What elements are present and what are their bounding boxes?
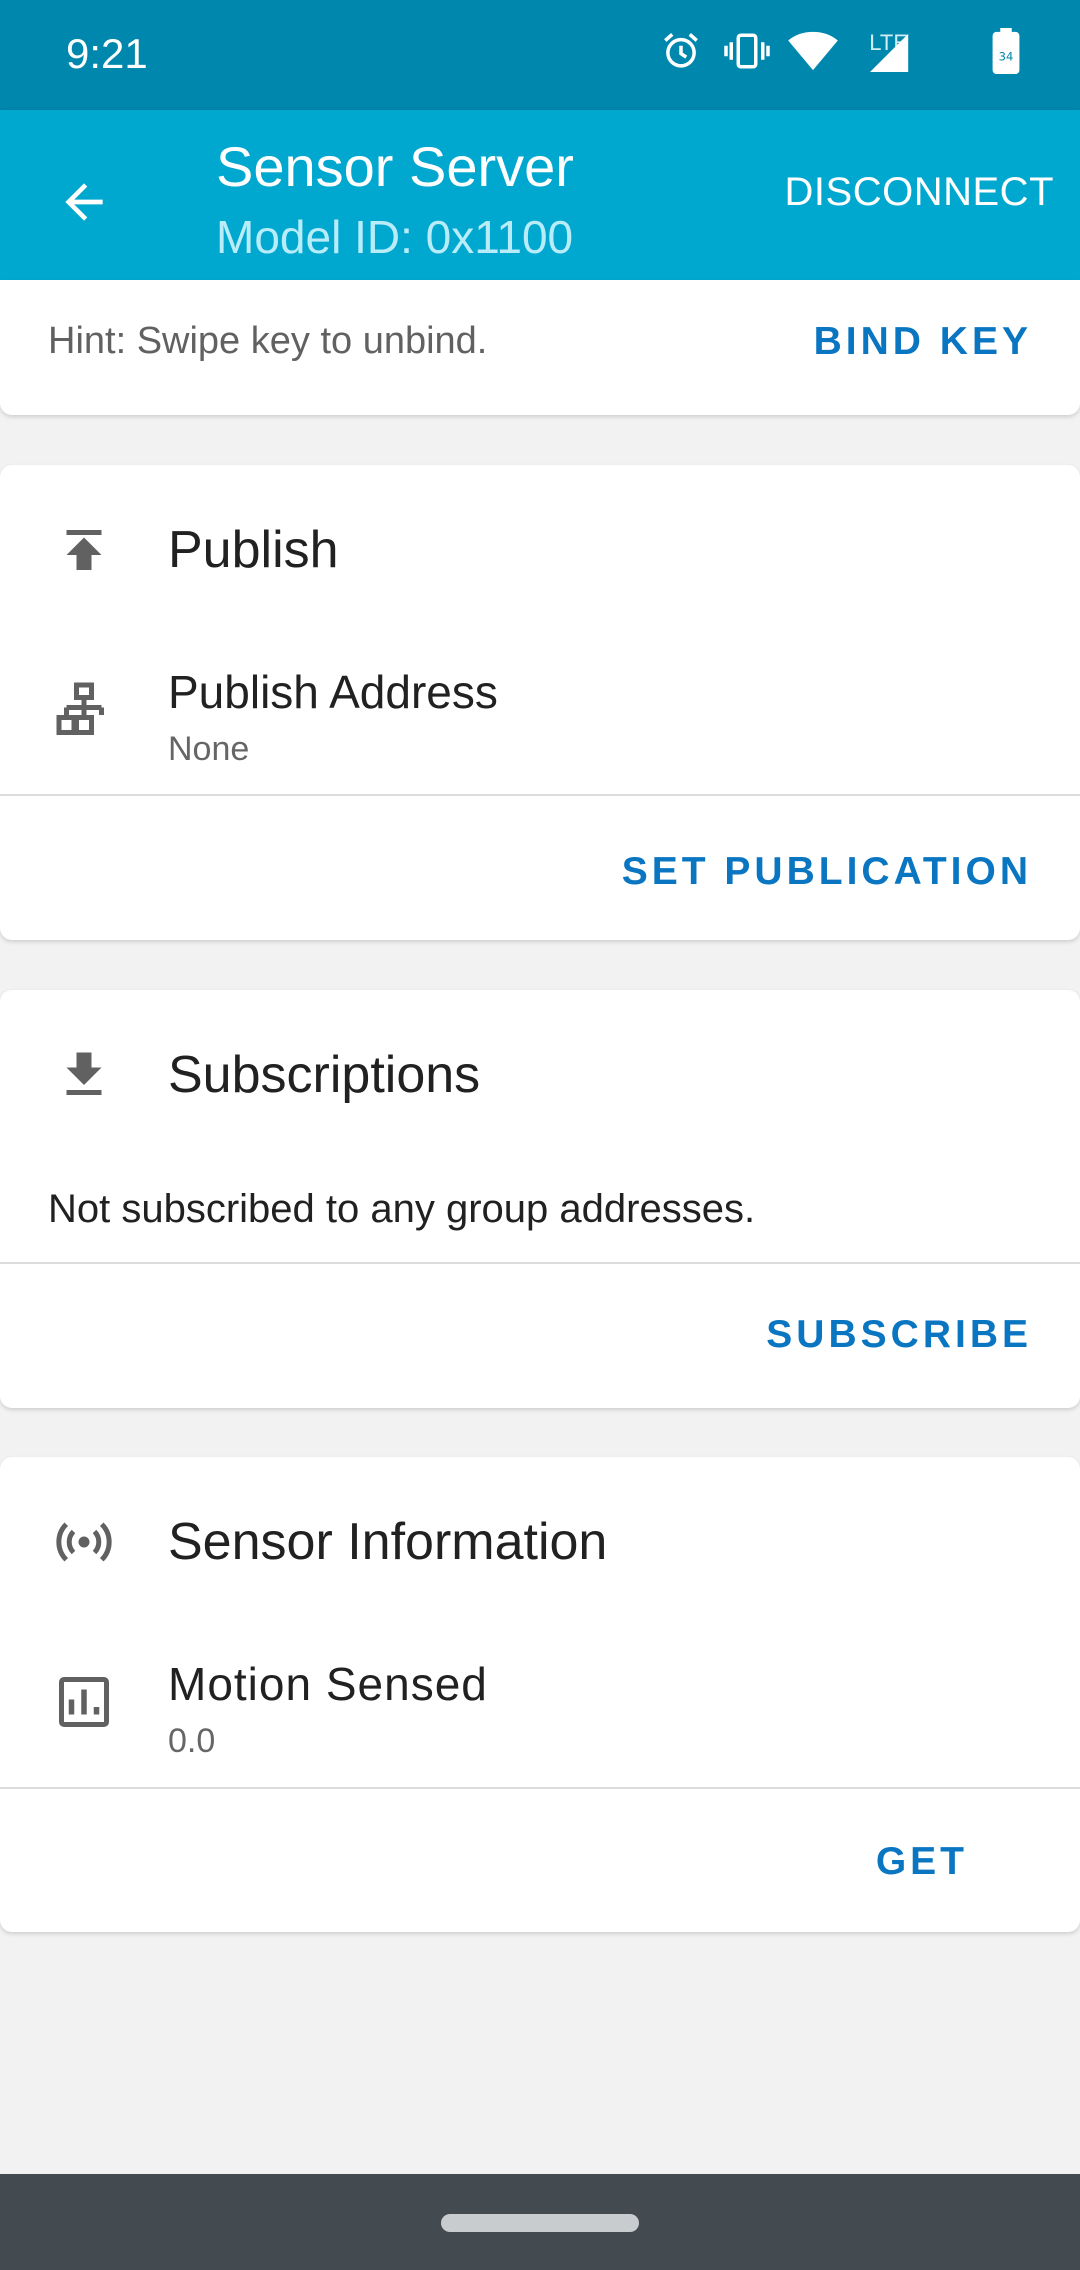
navigation-bar <box>0 2174 1080 2270</box>
subscriptions-card: Subscriptions Not subscribed to any grou… <box>0 990 1080 1408</box>
bind-key-button[interactable]: BIND KEY <box>814 320 1032 364</box>
sensor-value: 0.0 <box>168 1722 216 1760</box>
page-subtitle: Model ID: 0x1100 <box>216 211 574 263</box>
hint-text: Hint: Swipe key to unbind. <box>48 320 488 362</box>
publish-title: Publish <box>168 521 339 579</box>
publish-card: Publish Publish Address None SET PUBLICA… <box>0 465 1080 940</box>
sensor-broadcast-icon <box>56 1522 112 1562</box>
sensor-information-card: Sensor Information Motion Sensed 0.0 GET <box>0 1457 1080 1932</box>
subscriptions-title: Subscriptions <box>168 1046 481 1104</box>
status-bar: 9:21 LTE 34 <box>0 0 1080 110</box>
battery-icon: 34 <box>992 28 1020 74</box>
network-icon <box>56 682 104 735</box>
lte-signal-icon <box>870 33 909 72</box>
alarm-icon <box>664 33 698 68</box>
get-button[interactable]: GET <box>876 1840 968 1884</box>
download-icon <box>66 1052 102 1095</box>
app-bar: Sensor Server Model ID: 0x1100 DISCONNEC… <box>0 110 1080 280</box>
set-publication-button[interactable]: SET PUBLICATION <box>622 850 1032 894</box>
status-time: 9:21 <box>66 30 148 77</box>
subscribe-button[interactable]: SUBSCRIBE <box>766 1313 1032 1357</box>
bar-chart-icon <box>59 1677 109 1727</box>
publish-address-title: Publish Address <box>168 666 498 718</box>
bind-key-card: Hint: Swipe key to unbind. BIND KEY <box>0 280 1080 415</box>
disconnect-button[interactable]: DISCONNECT <box>785 170 1054 215</box>
home-gesture-handle[interactable] <box>441 2214 639 2232</box>
vibrate-icon <box>724 33 770 69</box>
arrow-back-icon <box>65 183 103 221</box>
subscriptions-empty-text: Not subscribed to any group addresses. <box>48 1187 756 1231</box>
publish-address-value: None <box>168 730 250 768</box>
wifi-icon <box>788 31 838 71</box>
divider <box>0 1262 1080 1264</box>
back-button[interactable] <box>42 160 126 244</box>
publish-icon <box>66 530 102 570</box>
sensor-name: Motion Sensed <box>168 1658 488 1710</box>
divider <box>0 794 1080 796</box>
divider <box>0 1787 1080 1789</box>
sensor-information-title: Sensor Information <box>168 1513 608 1571</box>
page-title: Sensor Server <box>216 135 574 198</box>
battery-level-text: 34 <box>999 50 1014 64</box>
